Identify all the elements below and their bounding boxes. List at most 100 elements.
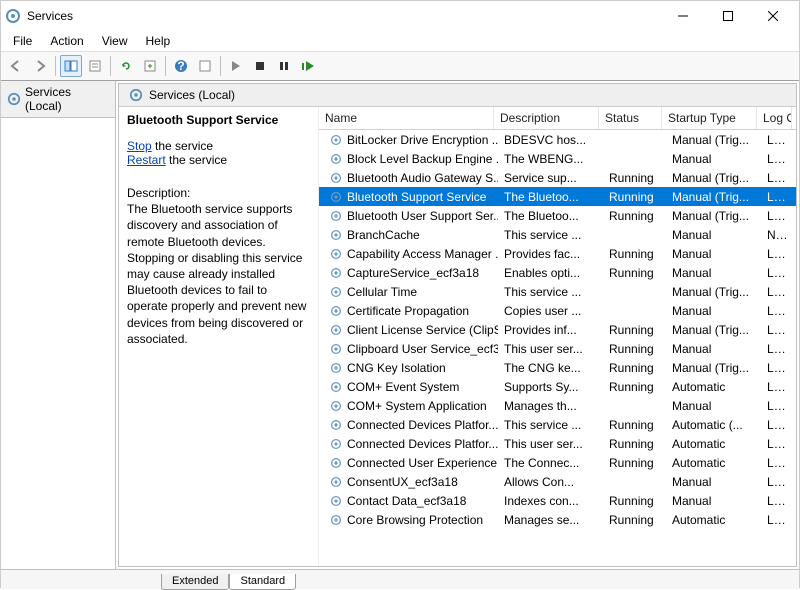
properties-button[interactable] — [84, 55, 106, 77]
table-row[interactable]: Cellular TimeThis service ...Manual (Tri… — [319, 282, 796, 301]
start-button[interactable] — [225, 55, 247, 77]
forward-button[interactable] — [29, 55, 51, 77]
help-button[interactable]: ? — [170, 55, 192, 77]
table-row[interactable]: Capability Access Manager ...Provides fa… — [319, 244, 796, 263]
cell-logon: Loca — [761, 323, 796, 337]
table-row[interactable]: Certificate PropagationCopies user ...Ma… — [319, 301, 796, 320]
restart-link[interactable]: Restart — [127, 153, 166, 167]
table-row[interactable]: Client License Service (ClipS...Provides… — [319, 320, 796, 339]
cell-name: COM+ System Application — [323, 399, 498, 413]
description-text: The Bluetooth service supports discovery… — [127, 201, 310, 347]
table-row[interactable]: Core Browsing ProtectionManages se...Run… — [319, 510, 796, 529]
menu-action[interactable]: Action — [42, 32, 91, 50]
menu-view[interactable]: View — [94, 32, 136, 50]
pause-button[interactable] — [273, 55, 295, 77]
cell-name: Contact Data_ecf3a18 — [323, 494, 498, 508]
table-row[interactable]: BitLocker Drive Encryption ...BDESVC hos… — [319, 130, 796, 149]
col-startup[interactable]: Startup Type — [662, 107, 757, 129]
export-button[interactable] — [139, 55, 161, 77]
restart-button[interactable] — [297, 55, 319, 77]
table-row[interactable]: Bluetooth User Support Ser...The Bluetoo… — [319, 206, 796, 225]
table-row[interactable]: COM+ Event SystemSupports Sy...RunningAu… — [319, 377, 796, 396]
back-button[interactable] — [5, 55, 27, 77]
cell-description: Manages se... — [498, 513, 603, 527]
cell-startup: Manual — [666, 399, 761, 413]
cell-status: Running — [603, 437, 666, 451]
cell-startup: Manual (Trig... — [666, 171, 761, 185]
cell-startup: Manual (Trig... — [666, 133, 761, 147]
right-pane: Services (Local) Bluetooth Support Servi… — [118, 83, 797, 567]
cell-status: Running — [603, 456, 666, 470]
col-status[interactable]: Status — [599, 107, 662, 129]
menubar: File Action View Help — [1, 31, 799, 51]
column-headers: Name Description Status Startup Type Log… — [319, 107, 796, 130]
table-row[interactable]: Block Level Backup Engine ...The WBENG..… — [319, 149, 796, 168]
cell-name: Client License Service (ClipS... — [323, 323, 498, 337]
minimize-button[interactable] — [660, 2, 705, 30]
cell-name: Bluetooth Audio Gateway S... — [323, 171, 498, 185]
table-row[interactable]: Connected Devices Platfor...This user se… — [319, 434, 796, 453]
cell-description: This user ser... — [498, 342, 603, 356]
col-name[interactable]: Name — [319, 107, 494, 129]
cell-logon: Loca — [761, 133, 796, 147]
table-row[interactable]: Connected User Experience...The Connec..… — [319, 453, 796, 472]
cell-status: Running — [603, 342, 666, 356]
table-row[interactable]: CNG Key IsolationThe CNG ke...RunningMan… — [319, 358, 796, 377]
cell-description: Allows Con... — [498, 475, 603, 489]
table-row[interactable]: ConsentUX_ecf3a18Allows Con...ManualLoca — [319, 472, 796, 491]
cell-name: Certificate Propagation — [323, 304, 498, 318]
close-button[interactable] — [750, 2, 795, 30]
cell-description: The Bluetoo... — [498, 209, 603, 223]
cell-name: Connected Devices Platfor... — [323, 418, 498, 432]
cell-name: Connected Devices Platfor... — [323, 437, 498, 451]
services-list: Name Description Status Startup Type Log… — [319, 107, 796, 566]
stop-button[interactable] — [249, 55, 271, 77]
cell-description: The Bluetoo... — [498, 190, 603, 204]
menu-file[interactable]: File — [5, 32, 40, 50]
cell-startup: Manual (Trig... — [666, 190, 761, 204]
table-row[interactable]: Bluetooth Support ServiceThe Bluetoo...R… — [319, 187, 796, 206]
cell-name: BranchCache — [323, 228, 498, 242]
col-logon[interactable]: Log On As — [757, 107, 792, 129]
cell-logon: Loca — [761, 285, 796, 299]
cell-startup: Manual — [666, 304, 761, 318]
maximize-button[interactable] — [705, 2, 750, 30]
about-button[interactable] — [194, 55, 216, 77]
bottom-tabs: Extended Standard — [1, 569, 799, 589]
tree-item-services-local[interactable]: Services (Local) — [1, 81, 115, 118]
table-row[interactable]: Clipboard User Service_ecf3...This user … — [319, 339, 796, 358]
refresh-button[interactable] — [115, 55, 137, 77]
table-row[interactable]: COM+ System ApplicationManages th...Manu… — [319, 396, 796, 415]
cell-logon: Loca — [761, 437, 796, 451]
tree-label: Services (Local) — [25, 85, 109, 113]
rows-container[interactable]: BitLocker Drive Encryption ...BDESVC hos… — [319, 130, 796, 566]
cell-description: Enables opti... — [498, 266, 603, 280]
cell-startup: Manual — [666, 228, 761, 242]
cell-description: This service ... — [498, 285, 603, 299]
cell-logon: Loca — [761, 418, 796, 432]
cell-logon: Loca — [761, 361, 796, 375]
cell-startup: Manual (Trig... — [666, 209, 761, 223]
cell-status: Running — [603, 190, 666, 204]
table-row[interactable]: Bluetooth Audio Gateway S...Service sup.… — [319, 168, 796, 187]
cell-description: Supports Sy... — [498, 380, 603, 394]
cell-logon: Loca — [761, 342, 796, 356]
table-row[interactable]: BranchCacheThis service ...ManualNetv — [319, 225, 796, 244]
svg-text:?: ? — [177, 59, 184, 73]
cell-name: COM+ Event System — [323, 380, 498, 394]
table-row[interactable]: CaptureService_ecf3a18Enables opti...Run… — [319, 263, 796, 282]
cell-status: Running — [603, 380, 666, 394]
table-row[interactable]: Connected Devices Platfor...This service… — [319, 415, 796, 434]
menu-help[interactable]: Help — [138, 32, 179, 50]
cell-name: CaptureService_ecf3a18 — [323, 266, 498, 280]
left-pane: Services (Local) — [1, 81, 116, 569]
cell-startup: Manual — [666, 152, 761, 166]
table-row[interactable]: Contact Data_ecf3a18Indexes con...Runnin… — [319, 491, 796, 510]
content: Services (Local) Services (Local) Blueto… — [1, 81, 799, 569]
stop-link[interactable]: Stop — [127, 139, 152, 153]
cell-startup: Manual — [666, 247, 761, 261]
cell-status: Running — [603, 323, 666, 337]
col-description[interactable]: Description — [494, 107, 599, 129]
cell-description: Indexes con... — [498, 494, 603, 508]
show-hide-tree-button[interactable] — [60, 55, 82, 77]
